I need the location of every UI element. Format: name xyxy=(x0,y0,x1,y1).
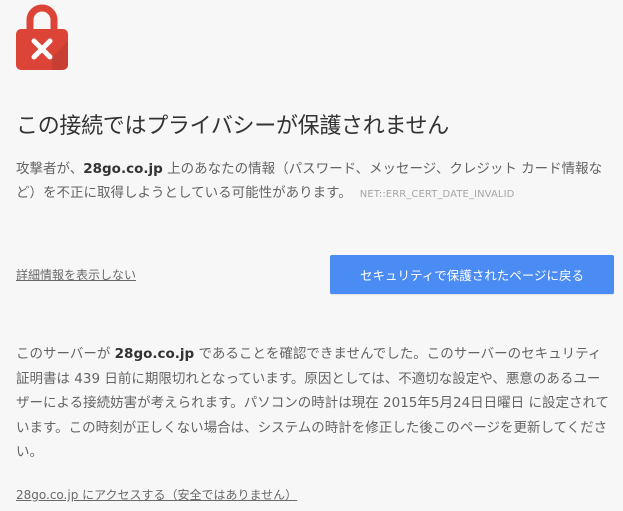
hide-details-link[interactable]: 詳細情報を表示しない xyxy=(16,266,136,283)
details-host: 28go.co.jp xyxy=(114,346,195,362)
red-lock-with-x-icon xyxy=(16,4,68,70)
summary-prefix: 攻撃者が、 xyxy=(16,161,84,177)
details-prefix: このサーバーが xyxy=(16,346,115,362)
details-text: このサーバーが 28go.co.jp であることを確認できませんでした。このサー… xyxy=(16,342,612,465)
summary-host: 28go.co.jp xyxy=(83,161,163,177)
error-code: NET::ERR_CERT_DATE_INVALID xyxy=(359,189,515,200)
summary-text: 攻撃者が、28go.co.jp 上のあなたの情報（パスワード、メッセージ、クレジ… xyxy=(16,157,616,207)
details-suffix: であることを確認できませんでした。このサーバーのセキュリティ証明書は 439 日… xyxy=(16,346,610,460)
back-to-safety-button[interactable]: セキュリティで保護されたページに戻る xyxy=(330,255,614,294)
page-title: この接続ではプライバシーが保護されません xyxy=(16,114,449,139)
proceed-unsafe-link[interactable]: 28go.co.jp にアクセスする（安全ではありません） xyxy=(16,486,297,503)
